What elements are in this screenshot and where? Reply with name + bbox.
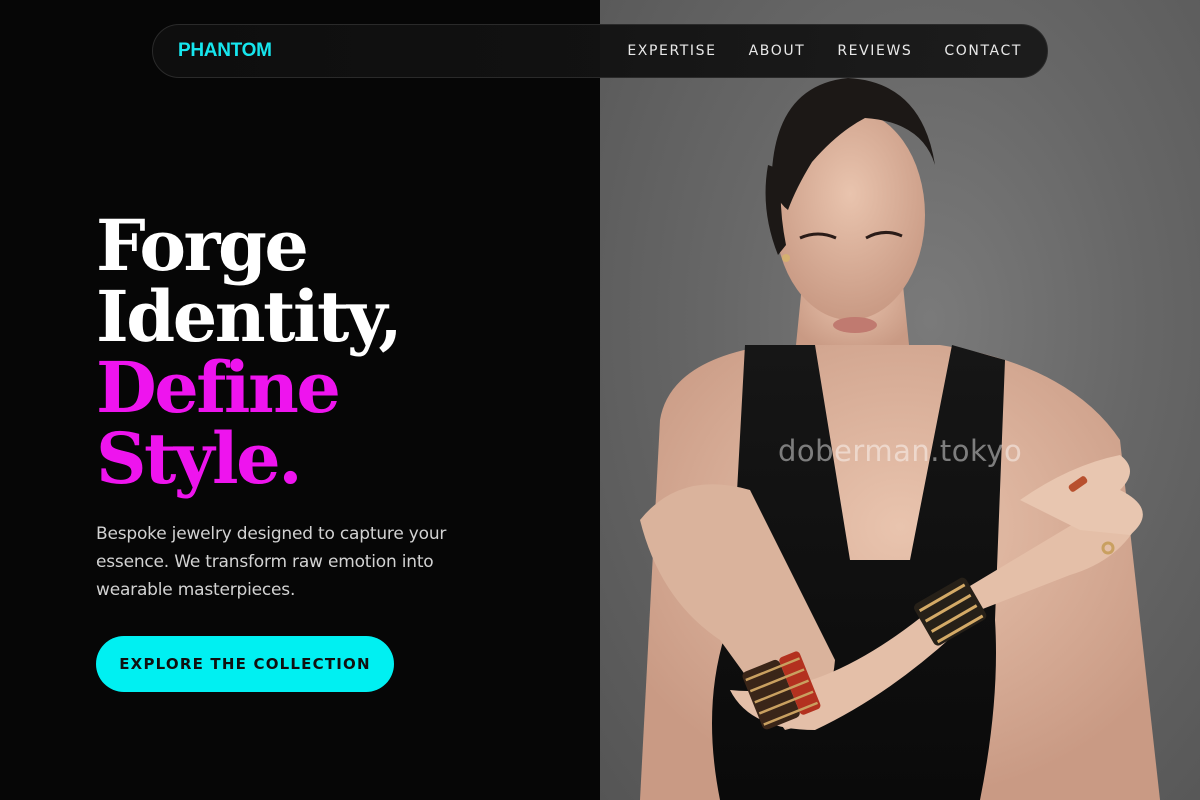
nav-link-reviews[interactable]: REVIEWS — [837, 43, 912, 59]
hero-photo: doberman.tokyo — [600, 0, 1200, 800]
nav-link-about[interactable]: ABOUT — [749, 43, 806, 59]
brand-logo[interactable]: PHANTOM — [178, 40, 272, 62]
navbar: PHANTOM EXPERTISE ABOUT REVIEWS CONTACT — [152, 24, 1048, 78]
nav-link-expertise[interactable]: EXPERTISE — [627, 43, 716, 59]
explore-collection-button[interactable]: EXPLORE THE COLLECTION — [96, 636, 394, 692]
hero-description: Bespoke jewelry designed to capture your… — [96, 524, 447, 600]
watermark-text: doberman.tokyo — [778, 434, 1023, 468]
hero-title-line-accent: Define — [96, 346, 341, 429]
hero-title-line: Forge — [96, 204, 309, 287]
nav-links: EXPERTISE ABOUT REVIEWS CONTACT — [627, 43, 1022, 59]
hero-title-line: Identity, — [96, 275, 403, 358]
nav-link-contact[interactable]: CONTACT — [944, 43, 1022, 59]
hero-title: Forge Identity, Define Style. — [96, 204, 403, 500]
model-photo — [640, 78, 1160, 800]
hero-title-line-accent: Style. — [96, 417, 303, 500]
